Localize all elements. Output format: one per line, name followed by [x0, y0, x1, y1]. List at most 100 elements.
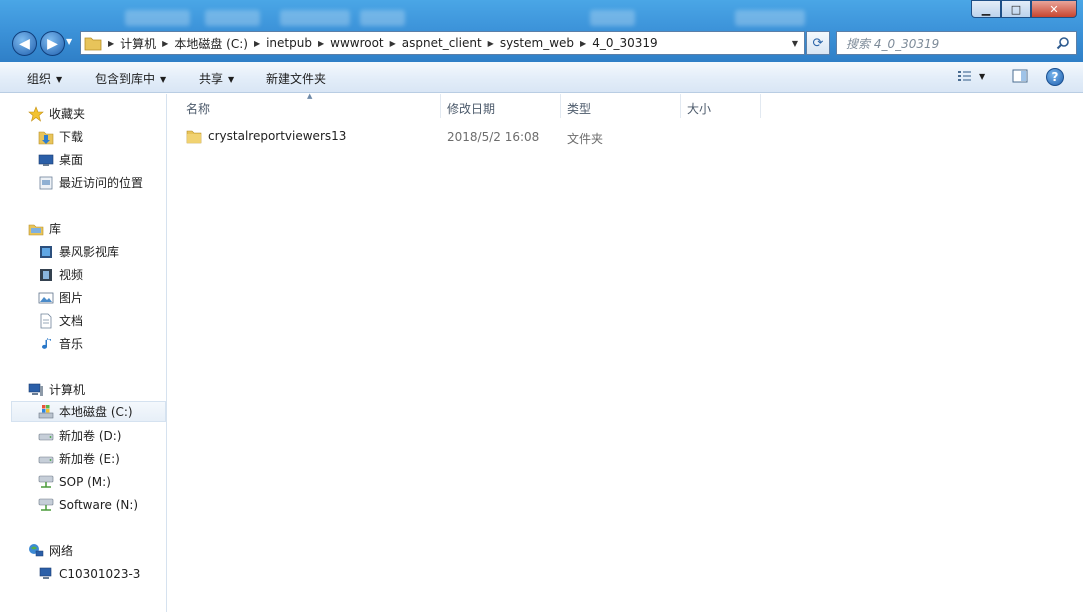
chevron-down-icon: ▼ [160, 75, 167, 84]
column-header-label: 名称 [186, 102, 211, 116]
navigation-pane: 收藏夹 下载 桌面 最近访问的位置 库 暴风影视库 视频 图片 文档 音乐 计算… [0, 94, 167, 612]
nav-item-label: 图片 [59, 291, 84, 305]
folder-icon [186, 130, 202, 144]
search-placeholder: 搜索 4_0_30319 [846, 36, 940, 51]
breadcrumb-separator-icon[interactable]: ▶ [108, 39, 114, 48]
share-button[interactable]: 共享 ▼ [199, 70, 234, 87]
maximize-button[interactable]: □ [1001, 0, 1031, 18]
chevron-down-icon: ▼ [56, 75, 63, 84]
nav-item-label: 视频 [59, 268, 84, 282]
refresh-button[interactable]: ⟳ [806, 31, 830, 55]
include-in-library-button[interactable]: 包含到库中 ▼ [95, 70, 166, 87]
nav-favorites-label: 收藏夹 [49, 107, 86, 121]
file-list: ▲ 名称 修改日期 类型 大小 crystalreportviewers13 2… [168, 92, 1083, 612]
nav-item-music[interactable]: 音乐 [38, 333, 83, 354]
recent-places-icon [39, 176, 53, 189]
file-modified: 2018/5/2 16:08 [447, 130, 540, 144]
column-header-label: 大小 [687, 102, 712, 116]
file-name: crystalreportviewers13 [208, 129, 347, 143]
organize-button[interactable]: 组织 ▼ [27, 70, 62, 87]
column-header-name[interactable]: 名称 [180, 94, 441, 118]
nav-libraries[interactable]: 库 [28, 218, 61, 239]
nav-item-downloads[interactable]: 下载 [38, 126, 83, 147]
help-button[interactable]: ? [1046, 68, 1064, 86]
breadcrumb-item[interactable]: inetpub [266, 36, 312, 50]
include-in-library-label: 包含到库中 [95, 72, 156, 86]
nav-item-label: 新加卷 (D:) [59, 429, 122, 443]
new-folder-button[interactable]: 新建文件夹 [266, 70, 326, 87]
picture-icon [38, 292, 54, 303]
library-icon [28, 224, 44, 235]
breadcrumb-separator-icon[interactable]: ▶ [390, 39, 396, 48]
address-history-dropdown[interactable]: ▼ [786, 32, 804, 54]
nav-item-label: 音乐 [59, 337, 84, 351]
arrow-left-icon: ◀ [19, 35, 30, 52]
nav-computer[interactable]: 计算机 [28, 379, 85, 400]
breadcrumb-separator-icon[interactable]: ▶ [580, 39, 586, 48]
nav-item-label: 暴风影视库 [59, 245, 120, 259]
network-icon [29, 543, 44, 556]
nav-item-local-disk-c[interactable]: 本地磁盘 (C:) [11, 401, 166, 422]
column-header-size[interactable]: 大小 [681, 94, 761, 118]
star-icon [28, 105, 44, 122]
nav-item-network-host[interactable]: C10301023-3 [38, 563, 140, 584]
breadcrumb-separator-icon[interactable]: ▶ [488, 39, 494, 48]
breadcrumb-separator-icon[interactable]: ▶ [162, 39, 168, 48]
nav-item-volume-e[interactable]: 新加卷 (E:) [38, 448, 120, 469]
preview-pane-button[interactable] [1012, 69, 1028, 83]
nav-item-label: SOP (M:) [59, 474, 111, 489]
breadcrumb-item[interactable]: 计算机 [120, 35, 156, 52]
breadcrumb-item[interactable]: system_web [500, 36, 574, 50]
network-drive-icon [38, 498, 54, 511]
nav-item-label: 最近访问的位置 [59, 176, 144, 190]
nav-item-pictures[interactable]: 图片 [38, 287, 83, 308]
close-button[interactable]: ✕ [1031, 0, 1077, 18]
nav-item-desktop[interactable]: 桌面 [38, 149, 83, 170]
nav-item-label: 文档 [59, 314, 84, 328]
nav-item-sop-m[interactable]: SOP (M:) [38, 471, 111, 492]
breadcrumb-item[interactable]: aspnet_client [402, 36, 482, 50]
share-label: 共享 [199, 72, 224, 86]
help-icon: ? [1051, 70, 1059, 84]
column-header-type[interactable]: 类型 [561, 94, 681, 118]
nav-item-label: Software (N:) [59, 497, 139, 512]
nav-item-software-n[interactable]: Software (N:) [38, 494, 138, 515]
column-header-label: 修改日期 [447, 102, 496, 116]
command-bar: 组织 ▼ 包含到库中 ▼ 共享 ▼ 新建文件夹 ▼ [0, 62, 1083, 93]
nav-item-documents[interactable]: 文档 [38, 310, 83, 331]
breadcrumb-separator-icon[interactable]: ▶ [318, 39, 324, 48]
document-icon [40, 313, 52, 328]
recent-pages-dropdown-icon[interactable]: ▼ [66, 37, 72, 46]
computer-icon [28, 383, 43, 396]
forward-button[interactable]: ▶ [40, 31, 65, 56]
nav-item-label: C10301023-3 [59, 566, 141, 581]
breadcrumb-separator-icon[interactable]: ▶ [254, 39, 260, 48]
breadcrumb-item[interactable]: 本地磁盘 (C:) [174, 35, 248, 52]
breadcrumb-item[interactable]: 4_0_30319 [592, 36, 657, 50]
back-button[interactable]: ◀ [12, 31, 37, 56]
column-header-modified[interactable]: 修改日期 [441, 94, 561, 118]
nav-item-baofeng-library[interactable]: 暴风影视库 [38, 241, 119, 262]
music-note-icon [42, 337, 51, 349]
nav-item-recent-places[interactable]: 最近访问的位置 [38, 172, 143, 193]
file-type: 文件夹 [567, 132, 604, 146]
nav-item-videos[interactable]: 视频 [38, 264, 83, 285]
nav-network[interactable]: 网络 [28, 540, 73, 561]
preview-pane-icon [1012, 69, 1028, 83]
change-view-button[interactable]: ▼ [957, 69, 985, 83]
breadcrumb-item[interactable]: wwwroot [330, 36, 384, 50]
arrow-right-icon: ▶ [47, 35, 58, 52]
minimize-button[interactable]: ▁ [971, 0, 1001, 18]
nav-favorites[interactable]: 收藏夹 [28, 103, 85, 124]
nav-network-label: 网络 [49, 544, 74, 558]
drive-icon [38, 456, 54, 463]
nav-item-label: 下载 [59, 130, 84, 144]
file-name-cell[interactable]: crystalreportviewers13 [186, 126, 346, 146]
nav-item-volume-d[interactable]: 新加卷 (D:) [38, 425, 121, 446]
nav-libraries-label: 库 [49, 222, 62, 236]
search-icon[interactable] [1056, 36, 1070, 50]
address-bar[interactable]: ▶ 计算机 ▶ 本地磁盘 (C:) ▶ inetpub ▶ wwwroot ▶ aspnet_cl… [80, 31, 805, 55]
search-input[interactable]: 搜索 4_0_30319 [836, 31, 1077, 55]
chevron-down-icon: ▼ [228, 75, 235, 84]
nav-item-label: 新加卷 (E:) [59, 452, 120, 466]
